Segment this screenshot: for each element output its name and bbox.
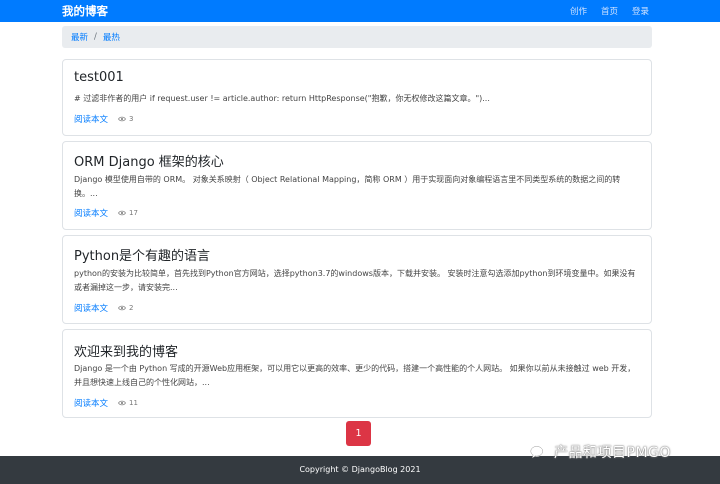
nav-link-login[interactable]: 登录 xyxy=(632,5,649,17)
read-article-link[interactable]: 阅读本文 xyxy=(74,302,108,314)
post-title[interactable]: Python是个有趣的语言 xyxy=(74,245,210,264)
pagination-page-1[interactable]: 1 xyxy=(346,421,371,446)
breadcrumb-separator: / xyxy=(94,32,97,42)
watermark-text: 产品和项目PMGO xyxy=(554,445,671,461)
post-excerpt: Django 模型使用自带的 ORM。 对象关系映射（ Object Relat… xyxy=(74,175,621,198)
eye-icon xyxy=(118,400,126,406)
view-count: 17 xyxy=(129,209,138,217)
brand-link[interactable]: 我的博客 xyxy=(62,3,108,19)
view-count: 11 xyxy=(129,399,138,407)
eye-icon xyxy=(118,210,126,216)
nav-link-create[interactable]: 创作 xyxy=(570,5,587,17)
navbar: 我的博客 创作 首页 登录 xyxy=(0,0,720,22)
post-title[interactable]: 欢迎来到我的博客 xyxy=(74,341,178,360)
read-article-link[interactable]: 阅读本文 xyxy=(74,207,108,219)
breadcrumb-latest[interactable]: 最新 xyxy=(71,31,88,43)
watermark: 产品和项目PMGO xyxy=(530,442,671,462)
eye-icon xyxy=(118,116,126,122)
wechat-icon xyxy=(530,445,544,459)
view-count: 2 xyxy=(129,304,134,312)
nav-link-home[interactable]: 首页 xyxy=(601,5,618,17)
read-article-link[interactable]: 阅读本文 xyxy=(74,113,108,125)
post-meta: 阅读本文 11 xyxy=(74,397,138,409)
copyright-text: Copyright © DjangoBlog 2021 xyxy=(299,465,421,474)
eye-icon xyxy=(118,305,126,311)
post-title[interactable]: test001 xyxy=(74,70,124,85)
post-excerpt: Django 是一个由 Python 写成的开源Web应用框架，可以用它以更高的… xyxy=(74,364,636,387)
post-meta: 阅读本文 2 xyxy=(74,302,133,314)
post-card: test001 # 过滤非作者的用户 if request.user != ar… xyxy=(62,59,652,136)
read-article-link[interactable]: 阅读本文 xyxy=(74,397,108,409)
breadcrumb: 最新 / 最热 xyxy=(62,26,652,48)
breadcrumb-hottest[interactable]: 最热 xyxy=(103,31,120,43)
post-card: Python是个有趣的语言 python的安装为比较简单，首先找到Python官… xyxy=(62,235,652,324)
post-meta: 阅读本文 17 xyxy=(74,207,138,219)
post-card: ORM Django 框架的核心 Django 模型使用自带的 ORM。 对象关… xyxy=(62,141,652,230)
post-excerpt: # 过滤非作者的用户 if request.user != article.au… xyxy=(74,94,490,103)
post-excerpt: python的安装为比较简单，首先找到Python官方网站，选择python3.… xyxy=(74,269,636,292)
view-count: 3 xyxy=(129,115,134,123)
post-meta: 阅读本文 3 xyxy=(74,113,133,125)
nav-links: 创作 首页 登录 xyxy=(570,5,649,17)
post-card: 欢迎来到我的博客 Django 是一个由 Python 写成的开源Web应用框架… xyxy=(62,329,652,418)
post-title[interactable]: ORM Django 框架的核心 xyxy=(74,151,224,170)
